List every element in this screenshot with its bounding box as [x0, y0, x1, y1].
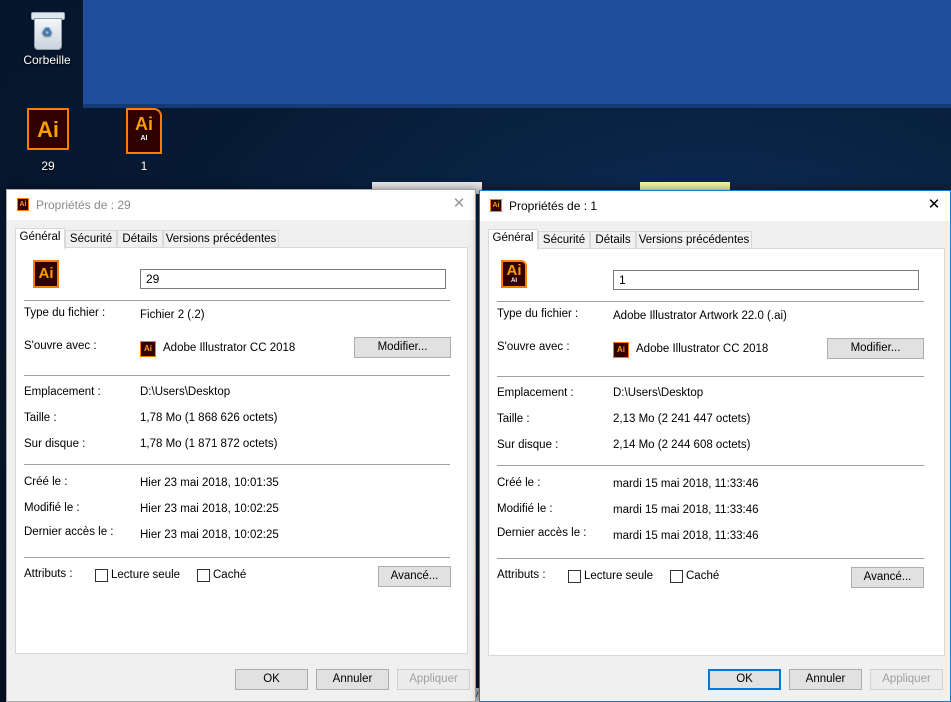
file-name-input[interactable]: 29	[140, 269, 446, 289]
location-label: Emplacement :	[497, 387, 574, 399]
modified-label: Modifié le :	[497, 503, 553, 515]
recycle-bin-icon: ♻	[29, 8, 65, 50]
desktop-icon-file-1[interactable]: Ai AI 1	[109, 108, 179, 173]
cancel-button[interactable]: Annuler	[789, 669, 862, 690]
tab-general[interactable]: Général	[488, 229, 538, 250]
read-only-checkbox[interactable]	[95, 569, 108, 582]
general-panel: Ai 29 Type du fichier : Fichier 2 (.2) S…	[15, 247, 468, 654]
created-value: Hier 23 mai 2018, 10:01:35	[140, 477, 279, 489]
tab-details[interactable]: Détails	[117, 230, 163, 248]
modified-label: Modifié le :	[24, 502, 80, 514]
attributes-label: Attributs :	[497, 569, 546, 581]
hidden-label: Caché	[213, 569, 247, 581]
size-value: 1,78 Mo (1 868 626 octets)	[140, 412, 278, 424]
tab-security[interactable]: Sécurité	[538, 231, 590, 249]
read-only-label: Lecture seule	[111, 569, 181, 581]
desktop-icon-label: 29	[41, 159, 55, 173]
illustrator-app-icon: Ai	[140, 341, 156, 357]
separator	[497, 301, 924, 302]
illustrator-app-icon: Ai	[17, 198, 29, 211]
created-label: Créé le :	[497, 477, 541, 489]
illustrator-app-icon: Ai	[613, 342, 629, 358]
illustrator-document-icon: Ai AI	[501, 260, 527, 288]
cancel-button[interactable]: Annuler	[316, 669, 389, 690]
created-label: Créé le :	[24, 476, 68, 488]
accessed-value: Hier 23 mai 2018, 10:02:25	[140, 529, 279, 541]
hidden-label: Caché	[686, 570, 720, 582]
modify-button[interactable]: Modifier...	[827, 338, 924, 359]
properties-dialog-1: Ai Propriétés de : 1 ✕ Général Sécurité …	[479, 190, 951, 702]
tab-previous-versions[interactable]: Versions précédentes	[163, 230, 279, 248]
ok-button[interactable]: OK	[235, 669, 308, 690]
separator	[497, 558, 924, 559]
background-window	[83, 0, 951, 104]
location-value: D:\Users\Desktop	[613, 387, 704, 399]
on-disk-value: 2,14 Mo (2 244 608 octets)	[613, 439, 751, 451]
file-type-value: Fichier 2 (.2)	[140, 309, 205, 321]
opens-with-label: S'ouvre avec :	[497, 341, 570, 353]
illustrator-file-icon: Ai	[27, 108, 69, 150]
read-only-checkbox[interactable]	[568, 570, 581, 583]
modified-value: mardi 15 mai 2018, 11:33:46	[613, 504, 759, 516]
hidden-checkbox[interactable]	[197, 569, 210, 582]
illustrator-file-icon: Ai	[33, 260, 59, 288]
attributes-label: Attributs :	[24, 568, 73, 580]
separator	[24, 464, 450, 465]
on-disk-value: 1,78 Mo (1 871 872 octets)	[140, 438, 278, 450]
separator	[497, 465, 924, 466]
modified-value: Hier 23 mai 2018, 10:02:25	[140, 503, 279, 515]
properties-dialog-29: Ai Propriétés de : 29 ✕ Général Sécurité…	[6, 189, 476, 702]
dialog-title: Propriétés de : 29	[36, 198, 131, 212]
size-label: Taille :	[24, 412, 57, 424]
modify-button[interactable]: Modifier...	[354, 337, 451, 358]
created-value: mardi 15 mai 2018, 11:33:46	[613, 478, 759, 490]
opens-with-value: Adobe Illustrator CC 2018	[636, 343, 769, 355]
separator	[24, 300, 450, 301]
advanced-button[interactable]: Avancé...	[851, 567, 924, 588]
close-icon[interactable]: ✕	[926, 196, 942, 214]
dialog-title: Propriétés de : 1	[509, 199, 598, 213]
title-bar[interactable]: Ai Propriétés de : 1 ✕	[480, 191, 950, 221]
opens-with-value: Adobe Illustrator CC 2018	[163, 342, 296, 354]
background-window-edge	[83, 104, 951, 108]
hidden-checkbox[interactable]	[670, 570, 683, 583]
apply-button[interactable]: Appliquer	[397, 669, 470, 690]
ok-button[interactable]: OK	[708, 669, 781, 690]
desktop-icon-file-29[interactable]: Ai 29	[13, 108, 83, 173]
general-panel: Ai AI 1 Type du fichier : Adobe Illustra…	[488, 248, 945, 656]
size-value: 2,13 Mo (2 241 447 octets)	[613, 413, 751, 425]
title-bar[interactable]: Ai Propriétés de : 29 ✕	[7, 190, 475, 220]
close-icon[interactable]: ✕	[451, 195, 467, 213]
on-disk-label: Sur disque :	[497, 439, 559, 451]
accessed-value: mardi 15 mai 2018, 11:33:46	[613, 530, 759, 542]
separator	[24, 557, 450, 558]
desktop-icon-label: 1	[140, 159, 148, 173]
tab-general[interactable]: Général	[15, 228, 65, 249]
advanced-button[interactable]: Avancé...	[378, 566, 451, 587]
desktop-icon-recycle-bin[interactable]: ♻ Corbeille	[12, 8, 82, 67]
tab-previous-versions[interactable]: Versions précédentes	[636, 231, 752, 249]
separator	[24, 375, 450, 376]
location-label: Emplacement :	[24, 386, 101, 398]
read-only-label: Lecture seule	[584, 570, 654, 582]
apply-button[interactable]: Appliquer	[870, 669, 943, 690]
on-disk-label: Sur disque :	[24, 438, 86, 450]
tab-security[interactable]: Sécurité	[65, 230, 117, 248]
desktop-icon-label: Corbeille	[23, 53, 71, 67]
accessed-label: Dernier accès le :	[497, 527, 587, 539]
file-type-label: Type du fichier :	[497, 308, 579, 320]
illustrator-app-icon: Ai	[490, 199, 502, 212]
location-value: D:\Users\Desktop	[140, 386, 231, 398]
file-type-label: Type du fichier :	[24, 307, 106, 319]
illustrator-document-icon: Ai AI	[126, 108, 162, 154]
file-type-value: Adobe Illustrator Artwork 22.0 (.ai)	[613, 310, 787, 322]
opens-with-label: S'ouvre avec :	[24, 340, 97, 352]
file-name-input[interactable]: 1	[613, 270, 919, 290]
tab-details[interactable]: Détails	[590, 231, 636, 249]
size-label: Taille :	[497, 413, 530, 425]
accessed-label: Dernier accès le :	[24, 526, 114, 538]
separator	[497, 376, 924, 377]
